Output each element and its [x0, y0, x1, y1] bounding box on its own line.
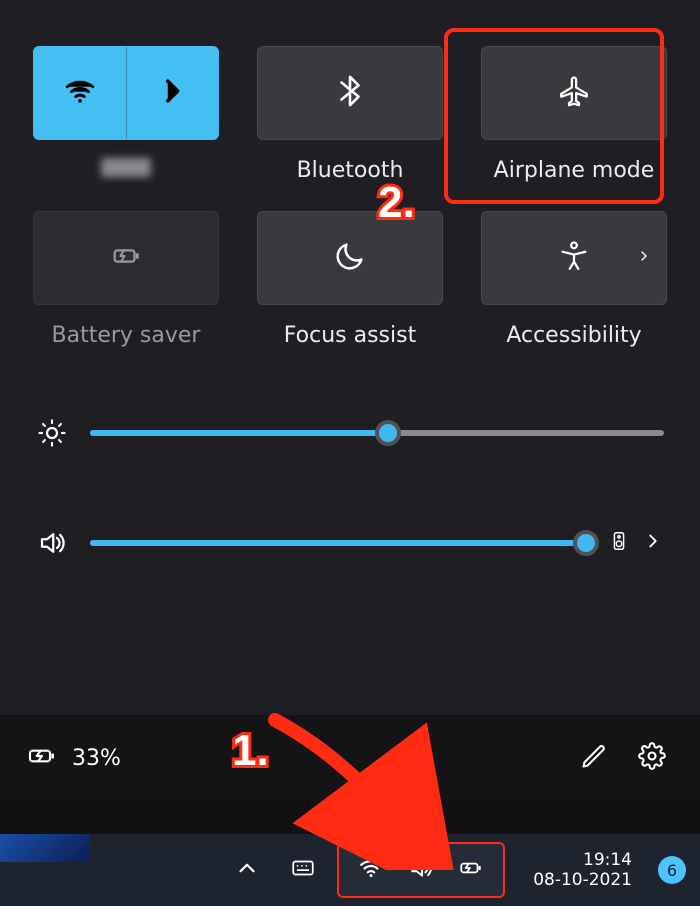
quick-settings-panel: ████ Bluetooth Airplane mode: [0, 0, 700, 801]
brightness-slider[interactable]: [90, 430, 664, 436]
battery-charging-icon: [458, 855, 484, 885]
touch-keyboard-button[interactable]: [281, 848, 325, 892]
brightness-row: [36, 418, 664, 448]
system-tray-group[interactable]: [337, 842, 505, 898]
wifi-toggle-half[interactable]: [34, 47, 126, 139]
edit-button[interactable]: [572, 736, 616, 780]
airplane-mode-tile[interactable]: [481, 46, 667, 140]
volume-slider[interactable]: [90, 540, 586, 546]
clock-date: 08-10-2021: [533, 870, 632, 890]
wifi-network-label: ████: [101, 158, 150, 177]
battery-charging-icon: [26, 740, 58, 776]
brightness-icon: [36, 418, 68, 448]
bluetooth-label: Bluetooth: [297, 158, 404, 183]
volume-thumb[interactable]: [573, 530, 599, 556]
accessibility-icon: [557, 239, 591, 277]
clock-time: 19:14: [533, 850, 632, 870]
tray-wifi-button[interactable]: [349, 848, 393, 892]
chevron-right-icon: [636, 248, 652, 268]
brightness-fill: [90, 430, 388, 436]
focus-assist-label: Focus assist: [284, 323, 416, 348]
volume-icon: [36, 528, 68, 558]
bluetooth-tile[interactable]: [257, 46, 443, 140]
sliders-section: [0, 358, 700, 598]
accessibility-tile[interactable]: [481, 211, 667, 305]
wifi-icon: [358, 855, 384, 885]
panel-footer: 33%: [0, 715, 700, 801]
wifi-expand-half[interactable]: [126, 47, 219, 139]
accessibility-label: Accessibility: [506, 323, 641, 348]
focus-assist-cell: Focus assist: [254, 211, 446, 348]
taskbar: 19:14 08-10-2021 6: [0, 834, 700, 906]
battery-percent-text: 33%: [72, 746, 121, 771]
bluetooth-icon: [333, 74, 367, 112]
tray-overflow-button[interactable]: [225, 848, 269, 892]
wifi-icon: [63, 74, 97, 112]
tray-volume-button[interactable]: [399, 848, 443, 892]
wifi-cell: ████: [30, 46, 222, 183]
bluetooth-cell: Bluetooth: [254, 46, 446, 183]
wifi-tile[interactable]: [33, 46, 219, 140]
moon-icon: [333, 239, 367, 277]
battery-saver-tile: [33, 211, 219, 305]
keyboard-icon: [290, 855, 316, 885]
accessibility-cell: Accessibility: [478, 211, 670, 348]
chevron-right-icon[interactable]: [642, 530, 664, 556]
volume-row: [36, 528, 664, 558]
chevron-right-icon: [155, 74, 189, 112]
pencil-icon: [580, 742, 608, 774]
battery-saver-icon: [109, 239, 143, 277]
volume-extras: [608, 530, 664, 556]
battery-saver-label: Battery saver: [52, 323, 201, 348]
chevron-up-icon: [234, 855, 260, 885]
brightness-thumb[interactable]: [375, 420, 401, 446]
audio-output-icon[interactable]: [608, 530, 630, 556]
volume-fill: [90, 540, 586, 546]
volume-icon: [408, 855, 434, 885]
tray-battery-button[interactable]: [449, 848, 493, 892]
settings-button[interactable]: [630, 736, 674, 780]
battery-saver-cell: Battery saver: [30, 211, 222, 348]
notification-badge[interactable]: 6: [658, 856, 686, 884]
focus-assist-tile[interactable]: [257, 211, 443, 305]
quick-settings-grid: ████ Bluetooth Airplane mode: [0, 0, 700, 358]
gear-icon: [638, 742, 666, 774]
airplane-cell: Airplane mode: [478, 46, 670, 183]
airplane-label: Airplane mode: [494, 158, 655, 183]
taskbar-clock[interactable]: 19:14 08-10-2021: [533, 850, 632, 891]
airplane-icon: [557, 74, 591, 112]
